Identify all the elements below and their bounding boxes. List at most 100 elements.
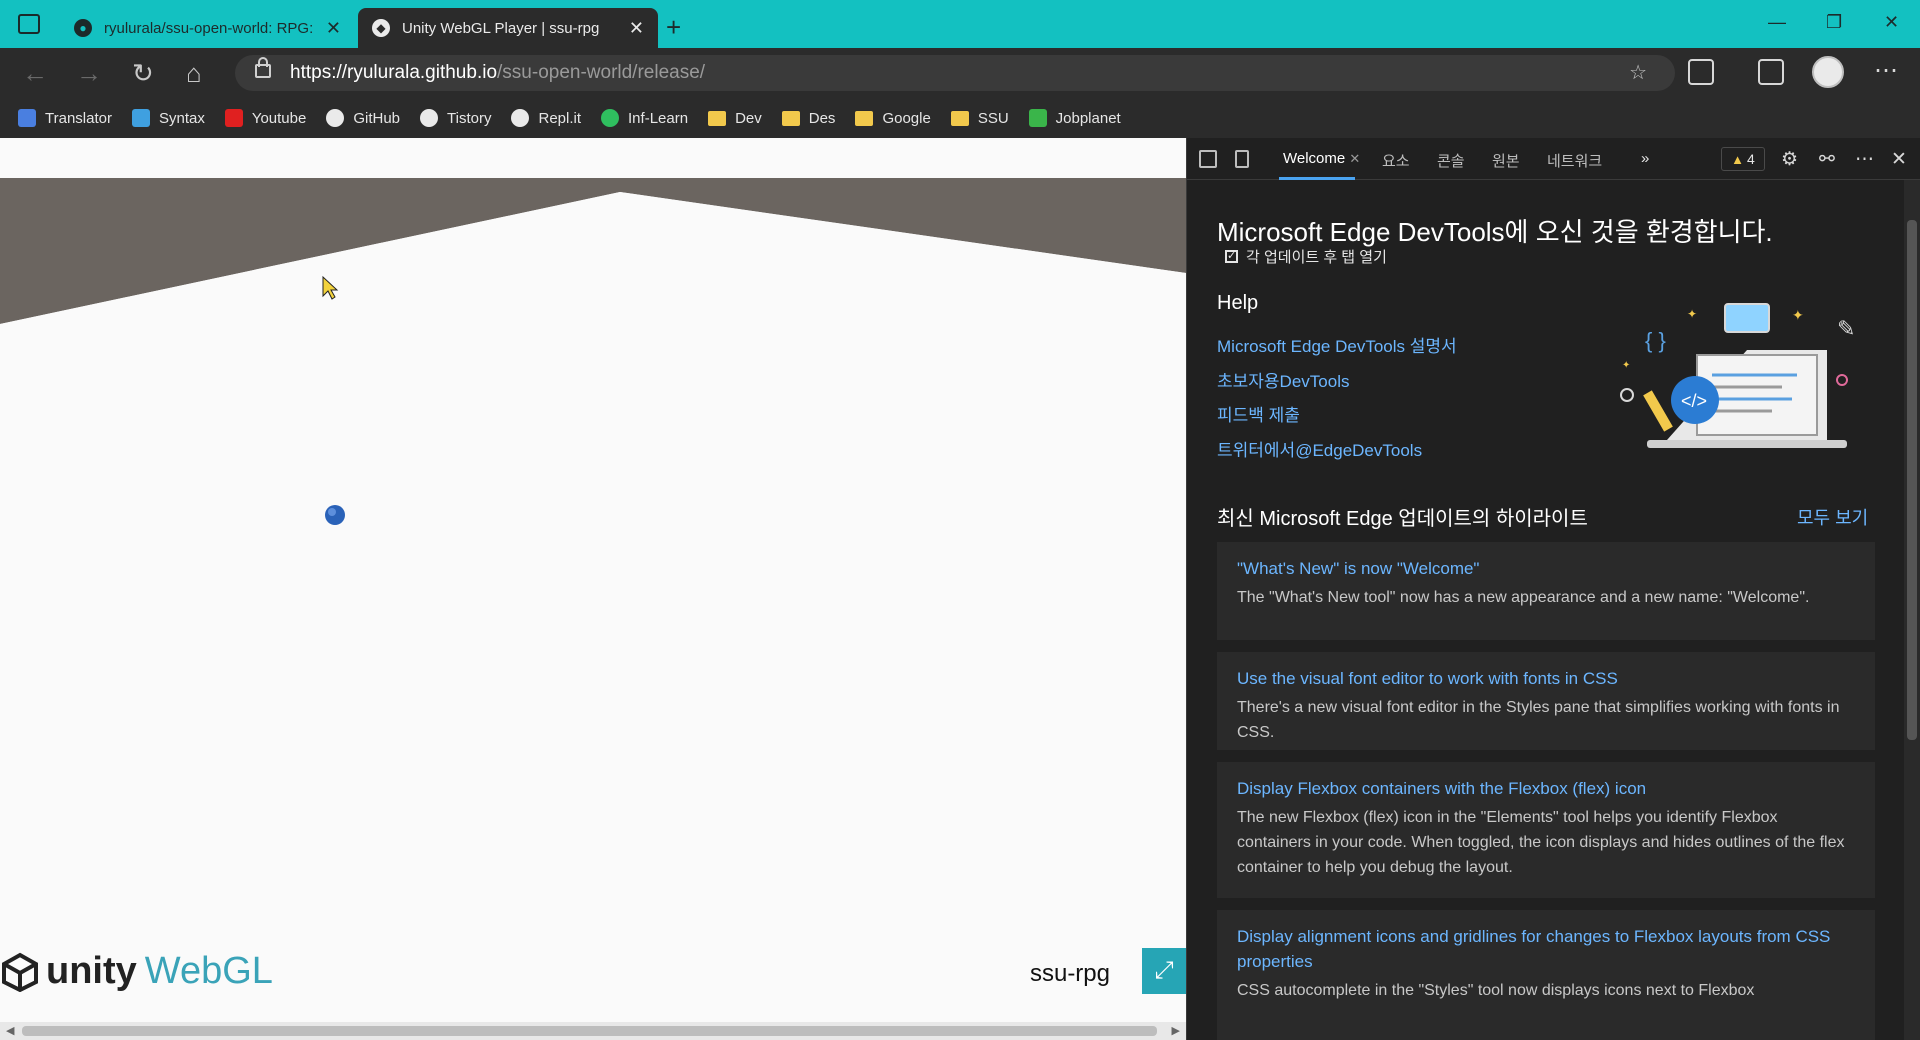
- vertical-scrollbar[interactable]: [1904, 180, 1920, 1040]
- minimize-button[interactable]: —: [1768, 12, 1786, 33]
- bookmark-youtube[interactable]: Youtube: [224, 109, 307, 127]
- syntax-icon: [131, 109, 150, 127]
- url-host: https://ryulurala.github.io: [290, 62, 498, 83]
- open-after-update-option[interactable]: ✓ 각 업데이트 후 탭 열기: [1225, 246, 1387, 267]
- lock-icon[interactable]: [255, 57, 271, 78]
- bookmark-jobplanet[interactable]: Jobplanet: [1028, 109, 1121, 127]
- tab-github[interactable]: ● ryulurala/ssu-open-world: RPG: F ✕: [60, 8, 355, 48]
- address-bar: ← → ↻ ⌂ https://ryulurala.github.io/ssu-…: [0, 48, 1920, 98]
- url-text: https://ryulurala.github.io/ssu-open-wor…: [290, 62, 705, 84]
- bookmark-label: Google: [882, 109, 931, 127]
- more-options-icon[interactable]: ⋯: [1855, 148, 1874, 171]
- translator-icon: [18, 109, 36, 127]
- checkbox[interactable]: ✓: [1225, 250, 1238, 263]
- tab-sources[interactable]: 원본: [1492, 150, 1520, 171]
- game-title: ssu-rpg: [1029, 960, 1110, 987]
- bookmark-folder-dev[interactable]: Dev: [708, 110, 762, 127]
- settings-gear-icon[interactable]: ⚙: [1781, 148, 1798, 171]
- bookmark-label: GitHub: [353, 109, 401, 127]
- tab-console[interactable]: 콘솔: [1437, 150, 1465, 171]
- bookmark-label: Syntax: [158, 109, 205, 127]
- unity-cube-icon: [2, 952, 38, 992]
- page-content: unity WebGL ssu-rpg ⤢ ◀ ▶: [0, 138, 1186, 1040]
- back-button[interactable]: ←: [22, 58, 48, 89]
- highlight-card: Use the visual font editor to work with …: [1217, 652, 1875, 750]
- card-title-link[interactable]: Display alignment icons and gridlines fo…: [1237, 924, 1855, 974]
- folder-icon: [950, 110, 969, 126]
- unity-webgl-logo: unity WebGL: [0, 950, 273, 993]
- close-window-button[interactable]: ✕: [1884, 12, 1899, 33]
- welcome-title: Microsoft Edge DevTools에 오신 것을 환경합니다.: [1217, 217, 1773, 247]
- unity-footer: unity WebGL ssu-rpg ⤢: [0, 930, 1186, 1018]
- warnings-badge[interactable]: ▲ 4: [1721, 147, 1765, 171]
- scroll-right-icon[interactable]: ▶: [1172, 1024, 1180, 1037]
- devtools-panel: Welcome ✕ 요소 콘솔 원본 네트워크 » ▲ 4 ⚙ ⚯ ⋯ ✕ Mic…: [1186, 138, 1920, 1040]
- github-icon: [326, 109, 345, 127]
- scroll-left-icon[interactable]: ◀: [6, 1024, 14, 1037]
- bookmark-syntax[interactable]: Syntax: [131, 109, 205, 127]
- new-tab-button[interactable]: +: [666, 12, 681, 43]
- qr-code-icon[interactable]: [1688, 59, 1714, 85]
- bookmark-label: Youtube: [251, 109, 307, 127]
- tistory-icon: [420, 109, 439, 127]
- warning-count: 4: [1747, 151, 1755, 167]
- bookmark-replit[interactable]: Repl.it: [511, 109, 581, 127]
- devtools-toolbar: Welcome ✕ 요소 콘솔 원본 네트워크 » ▲ 4 ⚙ ⚯ ⋯ ✕: [1187, 138, 1920, 180]
- help-link-twitter[interactable]: 트위터에서@EdgeDevTools: [1217, 436, 1422, 461]
- add-favorite-icon[interactable]: ☆: [1629, 60, 1647, 85]
- bookmark-github[interactable]: GitHub: [326, 109, 400, 127]
- horizontal-scrollbar[interactable]: ◀ ▶: [0, 1022, 1186, 1040]
- bookmark-folder-des[interactable]: Des: [781, 110, 835, 127]
- scrollbar-thumb[interactable]: [1907, 220, 1917, 740]
- bookmark-inflearn[interactable]: Inf-Learn: [601, 109, 688, 127]
- bookmarks-bar: Translator Syntax Youtube GitHub Tistory…: [0, 98, 1920, 138]
- help-link-feedback[interactable]: 피드백 제출: [1217, 401, 1300, 426]
- tab-actions-icon[interactable]: [18, 14, 40, 34]
- connect-icon[interactable]: ⚯: [1819, 148, 1835, 171]
- folder-icon: [708, 110, 727, 126]
- tab-network[interactable]: 네트워크: [1547, 150, 1602, 171]
- replit-icon: [511, 109, 530, 127]
- help-link-beginners[interactable]: 초보자용DevTools: [1217, 367, 1349, 392]
- close-devtools-icon[interactable]: ✕: [1891, 148, 1907, 171]
- scrollbar-thumb[interactable]: [22, 1026, 1157, 1036]
- bookmark-label: Repl.it: [538, 109, 582, 127]
- close-icon[interactable]: ✕: [1349, 151, 1360, 166]
- forward-button[interactable]: →: [76, 58, 102, 89]
- inflearn-icon: [601, 109, 620, 127]
- home-button[interactable]: ⌂: [186, 58, 202, 89]
- bookmark-translator[interactable]: Translator: [18, 109, 112, 127]
- close-icon[interactable]: ✕: [326, 18, 341, 39]
- card-title-link[interactable]: Use the visual font editor to work with …: [1237, 666, 1855, 691]
- profile-avatar[interactable]: [1812, 56, 1844, 88]
- restore-button[interactable]: ❐: [1826, 12, 1842, 33]
- bookmark-tistory[interactable]: Tistory: [420, 109, 491, 127]
- fullscreen-button[interactable]: ⤢: [1142, 948, 1186, 994]
- highlight-card: Display Flexbox containers with the Flex…: [1217, 762, 1875, 898]
- card-body: CSS autocomplete in the "Styles" tool no…: [1237, 982, 1755, 999]
- card-title-link[interactable]: Display Flexbox containers with the Flex…: [1237, 776, 1855, 801]
- help-link-docs[interactable]: Microsoft Edge DevTools 설명서: [1217, 332, 1457, 357]
- url-field[interactable]: https://ryulurala.github.io/ssu-open-wor…: [235, 55, 1675, 91]
- svg-text:{ }: { }: [1645, 328, 1666, 353]
- tab-welcome[interactable]: Welcome ✕: [1283, 150, 1360, 167]
- close-icon[interactable]: ✕: [629, 18, 644, 39]
- card-title-link[interactable]: "What's New" is now "Welcome": [1237, 556, 1855, 581]
- collections-icon[interactable]: [1758, 59, 1784, 85]
- more-options-icon[interactable]: ⋯: [1874, 56, 1898, 85]
- checkbox-label: 각 업데이트 후 탭 열기: [1246, 249, 1387, 266]
- view-all-link[interactable]: 모두 보기: [1797, 504, 1868, 530]
- highlight-card: "What's New" is now "Welcome" The "What'…: [1217, 542, 1875, 640]
- github-icon: ●: [74, 19, 92, 37]
- device-emulation-icon[interactable]: [1235, 150, 1249, 168]
- game-canvas[interactable]: [0, 178, 1186, 1040]
- refresh-button[interactable]: ↻: [132, 58, 154, 89]
- bookmark-folder-ssu[interactable]: SSU: [950, 110, 1009, 127]
- tab-elements[interactable]: 요소: [1382, 150, 1410, 171]
- bookmark-label: Dev: [735, 109, 762, 127]
- more-tabs-icon[interactable]: »: [1641, 150, 1649, 167]
- inspect-element-icon[interactable]: [1199, 150, 1217, 168]
- bookmark-folder-google[interactable]: Google: [855, 109, 931, 127]
- tab-unity-webgl[interactable]: ◆ Unity WebGL Player | ssu-rpg ✕: [358, 8, 658, 48]
- player-character: [325, 505, 345, 525]
